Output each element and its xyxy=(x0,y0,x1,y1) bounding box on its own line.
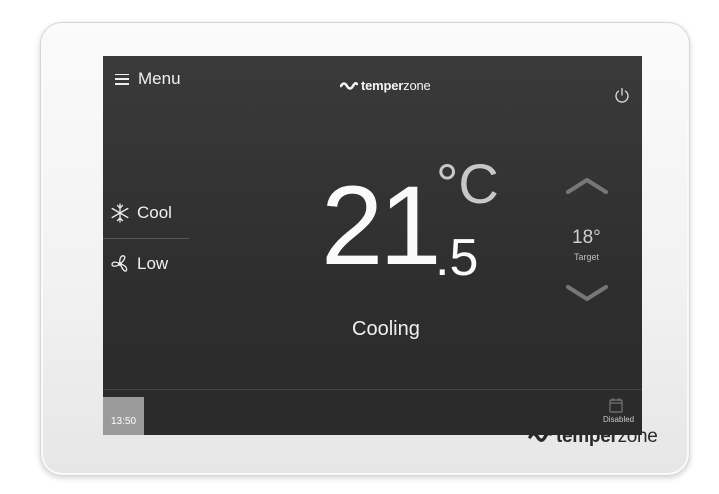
bezel-brand-name: temperzone xyxy=(556,426,658,447)
brand-name: temperzone xyxy=(361,78,431,93)
menu-label: Menu xyxy=(138,69,181,88)
fan-speed-label: Low xyxy=(137,254,169,273)
hamburger-icon xyxy=(115,73,129,85)
schedule-status: Disabled xyxy=(603,415,635,424)
fan-speed-selector[interactable]: Low xyxy=(109,250,187,278)
bezel-brand-logo: temperzone xyxy=(528,426,658,448)
power-icon[interactable] xyxy=(614,87,630,104)
chevron-up-icon[interactable] xyxy=(565,175,609,197)
temperature-unit: °C xyxy=(436,152,499,215)
mode-selector[interactable]: Cool xyxy=(109,199,187,227)
target-label: Target xyxy=(574,252,600,262)
current-temperature: 21 xyxy=(321,163,442,288)
chevron-down-icon[interactable] xyxy=(565,282,609,304)
temperzone-logo-icon xyxy=(528,431,552,442)
temperzone-logo-icon xyxy=(340,81,358,90)
brand-logo: temperzone xyxy=(340,78,431,93)
calendar-icon[interactable] xyxy=(609,397,623,413)
fan-icon xyxy=(111,255,128,272)
current-temperature-decimal: .5 xyxy=(435,229,479,287)
clock-time: 13:50 xyxy=(110,416,137,427)
menu-button[interactable]: Menu xyxy=(115,69,181,89)
target-temperature: 18° xyxy=(572,227,601,248)
clock-button[interactable]: 13:50 xyxy=(103,397,144,435)
mode-divider xyxy=(103,238,189,239)
thermostat-screen: Menu temperzone Cool Low 21 °C .5 Coolin… xyxy=(103,56,642,435)
mode-label: Cool xyxy=(137,203,172,222)
hvac-status: Cooling xyxy=(352,318,420,340)
snowflake-icon xyxy=(111,203,129,223)
